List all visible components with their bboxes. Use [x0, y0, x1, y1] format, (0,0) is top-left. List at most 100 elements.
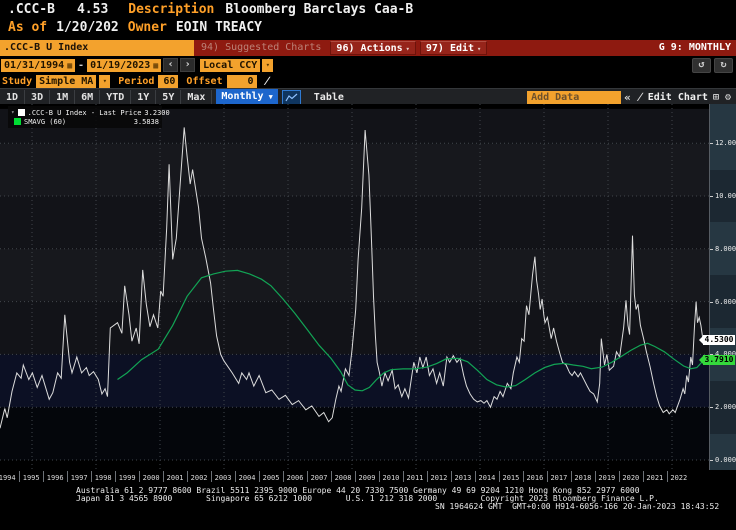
x-axis-year-label: 2005 [262, 474, 280, 482]
tab-1m[interactable]: 1M [50, 89, 76, 105]
x-axis-tick [187, 471, 189, 482]
date-from-value: 01/31/1994 [4, 59, 65, 71]
x-axis-year-label: 2020 [622, 474, 640, 482]
x-axis-tick [211, 471, 213, 482]
redo-icon[interactable]: ↻ [714, 57, 733, 73]
edit-chart-button[interactable]: Edit Chart [646, 90, 710, 105]
x-axis-year-label: 2002 [190, 474, 208, 482]
x-axis-tick [139, 471, 141, 482]
x-axis-tick [259, 471, 261, 482]
y-axis-label: 6.0000 [715, 297, 736, 306]
date-from-field[interactable]: 01/31/1994 ▦ [1, 58, 76, 72]
undo-icon[interactable]: ↺ [692, 57, 711, 73]
x-axis-tick [594, 471, 596, 482]
add-data-input[interactable]: Add Data [527, 90, 622, 104]
time-axis[interactable]: 1994 1995 1996 1997 1998 1999 2000 2001 2002 2003… [0, 470, 710, 486]
chart-settings-icon[interactable]: ⊞ [710, 90, 722, 105]
tab-5y[interactable]: 5Y [156, 89, 182, 105]
tab-6m[interactable]: 6M [75, 89, 101, 105]
x-axis-tick [91, 471, 93, 482]
chevron-down-icon: ▼ [268, 93, 273, 101]
actions-menu-button[interactable]: 96) Actions ▾ [330, 41, 416, 55]
smavg-price-tag: 3.7910 [699, 354, 735, 365]
x-axis-year-label: 2012 [430, 474, 448, 482]
smavg-series-swatch [14, 118, 21, 125]
y-axis-tick [710, 460, 713, 461]
date-to-field[interactable]: 01/19/2023 ▦ [87, 58, 162, 72]
axis-strip-block [710, 433, 736, 470]
interval-select[interactable]: Monthly ▼ [216, 89, 278, 105]
x-axis-tick [618, 471, 620, 482]
line-chart-icon[interactable] [281, 89, 301, 105]
x-axis-year-label: 2016 [526, 474, 544, 482]
y-axis-tick [710, 407, 713, 409]
tab-1d[interactable]: 1D [0, 89, 26, 105]
x-axis-year-label: 1999 [118, 474, 136, 482]
calendar-icon[interactable]: ▦ [153, 59, 158, 72]
tab-1y[interactable]: 1Y [131, 89, 157, 105]
x-axis-tick [43, 471, 45, 482]
price-series-label: .CCC-B U Index - Last Price [27, 108, 142, 117]
date-separator: - [78, 59, 85, 71]
x-axis-year-label: 2007 [310, 474, 328, 482]
tab-max[interactable]: Max [181, 89, 213, 105]
annotate-pencil-icon[interactable]: / [632, 90, 647, 105]
x-axis-tick [378, 471, 380, 482]
calendar-icon[interactable]: ▦ [67, 59, 72, 72]
study-select[interactable]: Simple MA [36, 74, 97, 88]
suggested-charts-button[interactable]: 94) Suggested Charts [194, 40, 328, 56]
x-axis-tick [235, 471, 237, 482]
legend-tree-icon[interactable]: ▾ [11, 109, 15, 116]
x-axis-year-label: 2006 [286, 474, 304, 482]
as-of-value: 1/20/202 [56, 20, 119, 35]
range-tabs-toolbar: 1D 3D 1M 6M YTD 1Y 5Y Max Monthly ▼ Table… [0, 88, 736, 105]
legend-row-price[interactable]: ▾ .CCC-B U Index - Last Price 3.2300 [11, 108, 170, 117]
security-input[interactable]: .CCC-B U Index [0, 40, 194, 56]
gear-icon[interactable]: ⚙ [722, 90, 734, 105]
x-axis-tick [163, 471, 165, 482]
x-axis-tick [426, 471, 428, 482]
offset-input[interactable]: 0 [226, 74, 257, 88]
x-axis-tick [570, 471, 572, 482]
x-axis-tick [307, 471, 309, 482]
x-axis-tick [450, 471, 452, 482]
study-dropdown-icon[interactable]: ▾ [99, 74, 111, 88]
price-axis[interactable]: 0.00002.00004.00006.00008.000010.000012.… [710, 104, 736, 470]
y-axis-tick [710, 196, 713, 197]
terminal-footer: Australia 61 2 9777 8600 Brazil 5511 239… [0, 487, 736, 511]
description-value: Bloomberg Barclays Caa-B [225, 2, 414, 17]
x-axis-year-label: 2021 [646, 474, 664, 482]
page-indicator: G 9: MONTHLY [658, 42, 731, 53]
x-axis-year-label: 2017 [550, 474, 568, 482]
study-label: Study [2, 75, 33, 87]
y-axis-label: 2.0000 [715, 403, 736, 412]
pencil-icon[interactable]: / [258, 76, 274, 87]
x-axis-year-label: 2019 [598, 474, 616, 482]
x-axis-year-label: 2018 [574, 474, 592, 482]
currency-dropdown-icon[interactable]: ▾ [262, 58, 274, 72]
edit-menu-button[interactable]: 97) Edit ▾ [419, 41, 488, 55]
period-input[interactable]: 60 [158, 74, 179, 88]
tab-table[interactable]: Table [305, 90, 353, 105]
x-axis-tick [283, 471, 285, 482]
currency-select[interactable]: Local CCY [200, 58, 261, 72]
description-label: Description [128, 2, 215, 17]
tab-ytd[interactable]: YTD [100, 89, 132, 105]
chart-legend[interactable]: ▾ .CCC-B U Index - Last Price 3.2300 SMA… [8, 106, 170, 128]
bloomberg-terminal-window: .CCC-B 4.53 Description Bloomberg Barclays … [0, 0, 736, 530]
owner-label: Owner [127, 20, 167, 35]
price-series-swatch [17, 109, 25, 116]
x-axis-year-label: 2003 [214, 474, 232, 482]
y-axis-label: 0.0000 [715, 456, 736, 464]
x-axis-year-label: 1996 [46, 474, 64, 482]
legend-row-smavg[interactable]: SMAVG (60) 3.5838 [11, 117, 159, 126]
range-forward-button[interactable]: › [180, 58, 196, 72]
x-axis-tick [67, 471, 69, 482]
tab-3d[interactable]: 3D [25, 89, 51, 105]
range-back-button[interactable]: ‹ [163, 58, 179, 72]
x-axis-tick [331, 471, 333, 482]
interval-value: Monthly [221, 91, 264, 102]
chart-plot[interactable] [0, 104, 710, 470]
x-axis-year-label: 2000 [142, 474, 160, 482]
x-axis-year-label: 2015 [502, 474, 520, 482]
